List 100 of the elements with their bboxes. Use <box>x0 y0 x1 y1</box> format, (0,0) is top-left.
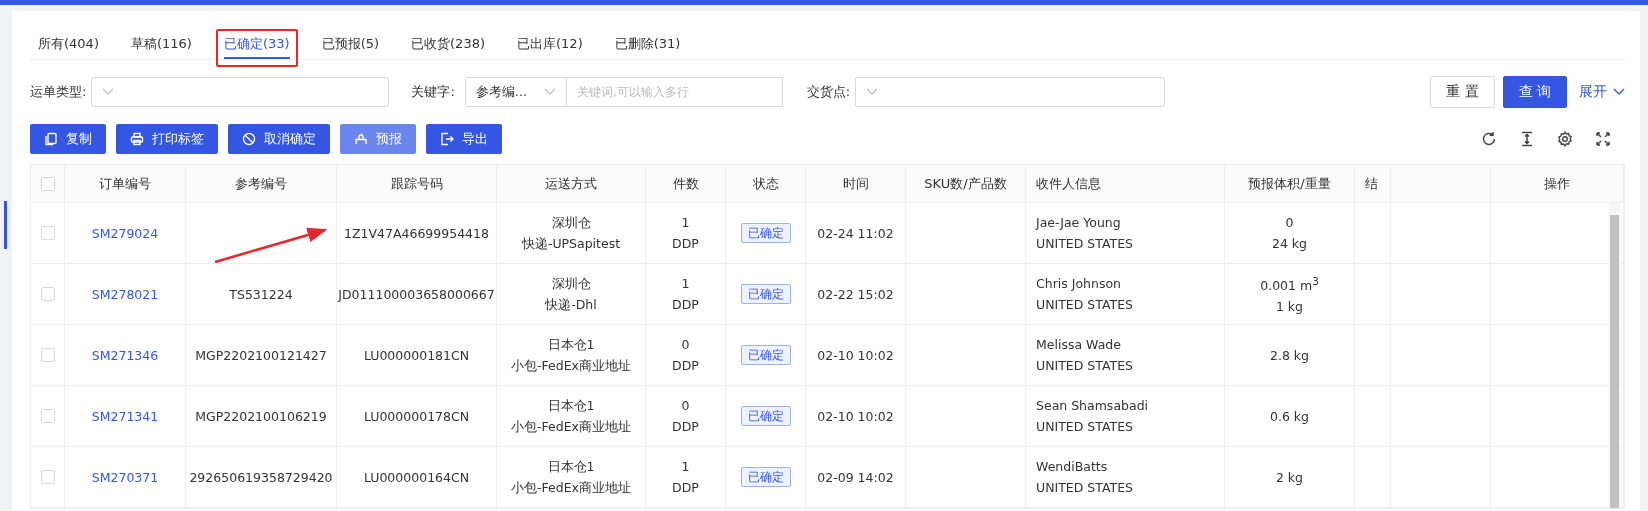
select-field[interactable] <box>91 77 390 107</box>
export-icon <box>440 132 454 146</box>
column-header: 收件人信息 <box>1036 175 1101 193</box>
table-cell-text: Sean Shamsabadi <box>1036 397 1149 415</box>
row-checkbox[interactable] <box>40 409 55 423</box>
column-header: 运送方式 <box>545 175 597 193</box>
ban-icon <box>242 132 256 146</box>
tab[interactable]: 已确定(33) <box>223 31 290 59</box>
tab[interactable]: 已预报(5) <box>321 31 380 59</box>
table-cell-text: 日本仓1 <box>547 458 595 476</box>
table-cell-text: WendiBatts <box>1036 458 1108 476</box>
printer-icon <box>130 132 144 146</box>
fullscreen-icon[interactable] <box>1595 131 1611 147</box>
table-cell-text: 1Z1V47A46699954418 <box>344 224 489 243</box>
column-header: 结 <box>1365 175 1378 193</box>
column-header: 参考编号 <box>235 175 287 193</box>
reset-button[interactable]: 重 置 <box>1430 76 1495 108</box>
side-marker <box>4 201 7 249</box>
status-tag: 已确定 <box>740 467 791 487</box>
table-cell-text: LU000000164CN <box>363 468 470 487</box>
table-cell-text: 小包-FedEx商业地址 <box>511 479 631 497</box>
table-cell-text: 1 kg <box>1275 298 1304 317</box>
status-tag: 已确定 <box>740 223 791 243</box>
refresh-icon[interactable] <box>1481 131 1497 147</box>
column-header: 时间 <box>842 175 869 193</box>
row-checkbox[interactable] <box>40 348 55 362</box>
table-cell-text: 2 kg <box>1275 468 1304 487</box>
input-field[interactable]: 关键词,可以输入多行 <box>566 77 783 107</box>
tab[interactable]: 草稿(116) <box>130 31 192 59</box>
table-cell-text: 292650619358729420 <box>189 468 333 487</box>
table-cell-text: 0 <box>1285 214 1294 232</box>
order-link[interactable]: SM278021 <box>91 283 159 305</box>
row-checkbox[interactable] <box>40 287 55 301</box>
order-link[interactable]: SM279024 <box>91 222 159 244</box>
table-cell-text: UNITED STATES <box>1036 479 1133 497</box>
tab[interactable]: 所有(404) <box>38 31 99 59</box>
tab[interactable]: 已出库(12) <box>517 31 583 59</box>
order-link[interactable]: SM271341 <box>91 405 159 427</box>
table-cell-text: DDP <box>672 235 699 253</box>
column-header: 操作 <box>1544 175 1570 193</box>
settings-icon[interactable] <box>1557 131 1573 147</box>
table-cell-text: 1 <box>681 275 690 293</box>
expand-button[interactable]: 展开 <box>1579 83 1625 101</box>
tab[interactable]: 已收货(238) <box>411 31 485 59</box>
table-cell-text: Melissa Wade <box>1036 336 1121 354</box>
status-tag: 已确定 <box>740 284 791 304</box>
table-cell-text: DDP <box>672 479 699 497</box>
table-cell-text: TS531224 <box>229 285 293 304</box>
query-button[interactable]: 查 询 <box>1502 76 1567 108</box>
table-cell-text: UNITED STATES <box>1036 418 1133 436</box>
table-cell-text: UNITED STATES <box>1036 235 1133 253</box>
table-cell-text: Jae-Jae Young <box>1036 214 1121 232</box>
action-button[interactable]: 导出 <box>426 124 502 154</box>
table-cell-text: JD011100003658000667 <box>338 285 495 304</box>
field-label: 运单类型: <box>30 83 87 101</box>
table-cell-text: Chris Johnson <box>1036 275 1121 293</box>
row-checkbox[interactable] <box>40 226 55 240</box>
status-tag: 已确定 <box>740 345 791 365</box>
table-cell-text: UNITED STATES <box>1036 357 1133 375</box>
scrollbar[interactable] <box>1609 203 1620 508</box>
table-cell-text: 深圳仓 <box>551 275 591 293</box>
table-cell-text: 0.001 m$^{3}$ <box>1260 273 1319 296</box>
table-cell-text: DDP <box>672 418 699 436</box>
table-cell-text: 快递-UPSapitest <box>521 235 621 253</box>
chevron-down-icon <box>543 88 556 96</box>
field-label: 关键字: <box>411 83 455 101</box>
table-cell-text: DDP <box>672 357 699 375</box>
table-cell-text: LU000000178CN <box>363 407 470 426</box>
column-header: SKU数/产品数 <box>924 175 1007 193</box>
copy-icon <box>44 132 58 146</box>
select-all-checkbox[interactable] <box>40 176 55 191</box>
table-cell-text: 0 <box>681 336 690 354</box>
order-link[interactable]: SM270371 <box>91 466 159 488</box>
table-cell-text: 小包-FedEx商业地址 <box>511 357 631 375</box>
table-cell-text: LU000000181CN <box>363 346 470 365</box>
select-field[interactable] <box>855 77 1166 107</box>
table-cell-text: 02-09 14:02 <box>817 468 894 487</box>
table-cell-text: 2.8 kg <box>1270 346 1309 365</box>
select-field[interactable]: 参考编... <box>464 77 567 107</box>
column-height-icon[interactable] <box>1519 131 1535 147</box>
table-cell-text: 02-10 10:02 <box>817 407 894 426</box>
action-button[interactable]: 复制 <box>30 124 106 154</box>
chevron-down-icon <box>866 88 879 96</box>
table-cell-text: 1 <box>681 458 690 476</box>
table-cell-text: 小包-FedEx商业地址 <box>511 418 631 436</box>
row-checkbox[interactable] <box>40 470 55 484</box>
action-button[interactable]: 打印标签 <box>116 124 218 154</box>
table-cell-text: 02-24 11:02 <box>817 224 894 243</box>
table-cell-text: 日本仓1 <box>547 336 595 354</box>
action-button[interactable]: 取消确定 <box>228 124 330 154</box>
tab[interactable]: 已删除(31) <box>614 31 681 59</box>
table-cell-text: 日本仓1 <box>547 397 595 415</box>
table-cell-text: 快递-Dhl <box>545 296 597 314</box>
table-cell-text: 02-10 10:02 <box>817 346 894 365</box>
table-cell-text: 0 <box>681 397 690 415</box>
order-link[interactable]: SM271346 <box>91 344 159 366</box>
column-header: 订单编号 <box>99 175 151 193</box>
field-label: 交货点: <box>806 83 851 101</box>
table-cell-text: 02-22 15:02 <box>817 285 894 304</box>
table-cell-text: MGP2202100106219 <box>195 407 327 426</box>
